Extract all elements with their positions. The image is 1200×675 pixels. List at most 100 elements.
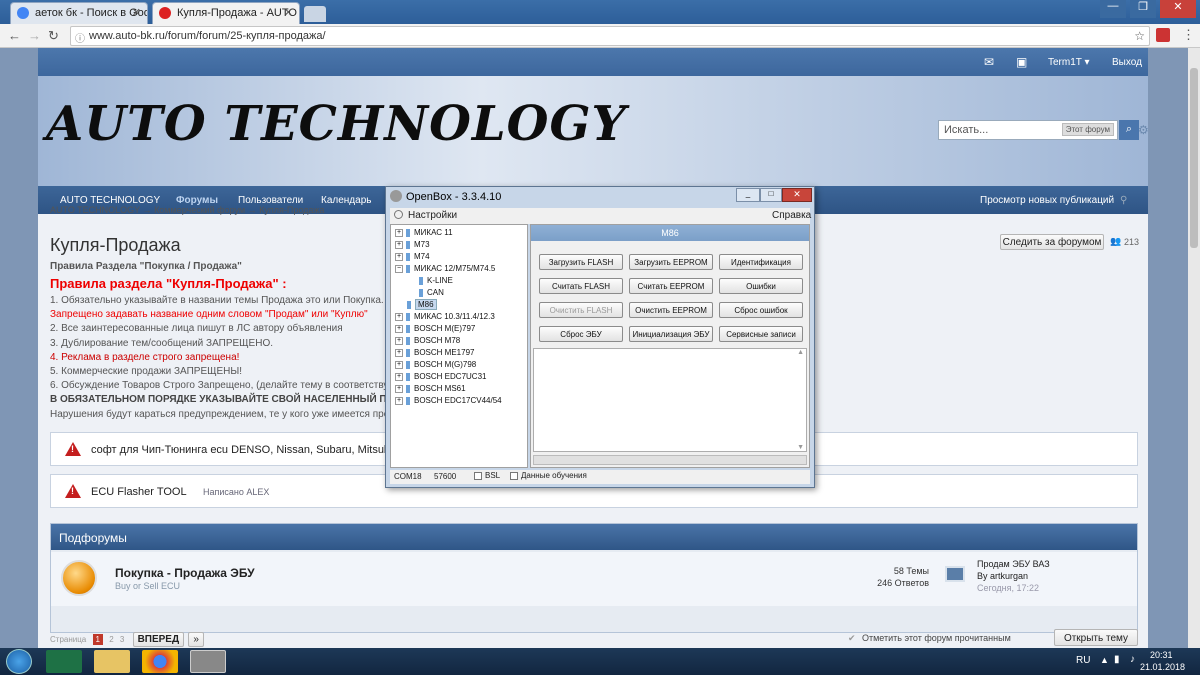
search-scope-select[interactable]: Этот форум xyxy=(1061,123,1114,136)
tree-node[interactable]: + BOSCH MS61 xyxy=(395,384,466,393)
language-indicator[interactable]: RU xyxy=(1076,655,1090,666)
tree-node[interactable]: + M73 xyxy=(395,240,430,249)
maximize-window-button[interactable]: ❐ xyxy=(1130,0,1156,18)
page-title: Купля-Продажа xyxy=(50,235,181,255)
erase-eeprom-button[interactable]: Очистить EEPROM xyxy=(629,302,713,318)
scroll-up-icon[interactable]: ▲ xyxy=(797,349,804,356)
load-flash-button[interactable]: Загрузить FLASH xyxy=(539,254,623,270)
tree-node[interactable]: CAN xyxy=(419,288,444,297)
mark-read-link[interactable]: Отметить этот форум прочитанным xyxy=(862,633,1011,643)
identify-button[interactable]: Идентификация xyxy=(719,254,803,270)
search-settings-icon[interactable]: ⚙ xyxy=(1138,123,1149,137)
search-input[interactable]: Искать... Этот форум xyxy=(938,120,1118,140)
close-tab-icon[interactable]: ✕ xyxy=(284,6,293,19)
menu-icon[interactable]: ⋮ xyxy=(1182,27,1195,43)
bsl-checkbox[interactable]: BSL xyxy=(474,471,500,480)
bookmark-star-icon[interactable]: ☆ xyxy=(1134,29,1145,43)
tree-node-selected[interactable]: M86 xyxy=(407,299,437,310)
info-icon[interactable]: ⓘ xyxy=(75,30,85,45)
breadcrumb-current[interactable]: Купля-Продажа xyxy=(259,205,324,215)
menu-settings[interactable]: Настройки xyxy=(408,210,457,221)
errors-button[interactable]: Ошибки xyxy=(719,278,803,294)
service-records-button[interactable]: Сервисные записи xyxy=(719,326,803,342)
openbox-taskbar-icon[interactable] xyxy=(190,650,226,673)
forward-icon[interactable]: → xyxy=(28,28,41,43)
back-icon[interactable]: ← xyxy=(8,28,21,43)
nav-item-calendar[interactable]: Календарь xyxy=(321,195,371,206)
tree-node[interactable]: + МИКАС 10.3/11.4/12.3 xyxy=(395,312,495,321)
tree-node[interactable]: + МИКАС 11 xyxy=(395,228,453,237)
next-page-button[interactable]: ВПЕРЕД xyxy=(132,632,185,647)
start-button[interactable] xyxy=(6,649,32,674)
load-eeprom-button[interactable]: Загрузить EEPROM xyxy=(629,254,713,270)
tree-node[interactable]: K-LINE xyxy=(419,276,453,285)
page-scrollbar[interactable] xyxy=(1188,48,1200,648)
last-post-author[interactable]: By artkurgan xyxy=(977,571,1028,581)
topic-title[interactable]: софт для Чип-Тюнинга ecu DENSO, Nissan, … xyxy=(91,444,398,456)
new-tab-button[interactable] xyxy=(304,6,326,22)
extension-icon[interactable] xyxy=(1156,28,1170,42)
explorer-icon[interactable] xyxy=(94,650,130,673)
pin-icon[interactable]: ⚲ xyxy=(1120,195,1127,206)
topic-author[interactable]: Написано ALEX xyxy=(203,487,269,497)
log-output[interactable]: ▲ ▼ xyxy=(533,348,807,452)
breadcrumb-category[interactable]: Коммерческий форум xyxy=(154,205,245,215)
excel-icon[interactable] xyxy=(46,650,82,673)
subforum-title[interactable]: Покупка - Продажа ЭБУ xyxy=(115,566,255,580)
init-ecu-button[interactable]: Инициализация ЭБУ xyxy=(629,326,713,342)
scrollbar-thumb[interactable] xyxy=(1190,68,1198,248)
address-bar[interactable]: ⓘ www.auto-bk.ru/forum/forum/25-купля-пр… xyxy=(70,26,1150,46)
erase-flash-button[interactable]: Очистить FLASH xyxy=(539,302,623,318)
tree-node[interactable]: + BOSCH EDC7UC31 xyxy=(395,372,486,381)
tree-node[interactable]: + BOSCH M78 xyxy=(395,336,460,345)
tree-node[interactable]: + BOSCH ME1797 xyxy=(395,348,474,357)
minimize-button[interactable]: _ xyxy=(736,188,760,202)
close-tab-icon[interactable]: ✕ xyxy=(132,6,141,19)
view-new-posts-link[interactable]: Просмотр новых публикаций xyxy=(980,195,1114,206)
last-post-title[interactable]: Продам ЭБУ ВАЗ xyxy=(977,559,1050,569)
network-icon[interactable]: ▮ xyxy=(1114,654,1120,665)
breadcrumb-separator: → xyxy=(142,205,152,215)
reload-icon[interactable]: ↻ xyxy=(48,28,59,44)
tree-node[interactable]: + M74 xyxy=(395,252,430,261)
logout-link[interactable]: Выход xyxy=(1112,57,1142,68)
openbox-titlebar[interactable]: OpenBox - 3.3.4.10 _ □ ✕ xyxy=(386,187,814,207)
breadcrumb-home[interactable]: AUTO TECHNOLOGY xyxy=(50,205,140,215)
tree-node[interactable]: + BOSCH M(G)798 xyxy=(395,360,476,369)
clock-time[interactable]: 20:31 xyxy=(1150,650,1173,660)
topic-title[interactable]: ECU Flasher TOOL xyxy=(91,486,187,498)
page-link-current[interactable]: 1 xyxy=(92,634,103,645)
menu-help[interactable]: Справка xyxy=(772,210,811,221)
reset-errors-button[interactable]: Сброс ошибок xyxy=(719,302,803,318)
learn-data-checkbox[interactable]: Данные обучения xyxy=(510,471,587,480)
subforum-row[interactable]: Покупка - Продажа ЭБУ Buy or Sell ECU 58… xyxy=(51,552,1137,606)
tree-node[interactable]: + BOSCH EDC17CV44/54 xyxy=(395,396,502,405)
page-link[interactable]: 2 xyxy=(109,635,113,644)
tree-node[interactable]: + BOSCH M(E)797 xyxy=(395,324,475,333)
page-link[interactable]: 3 xyxy=(120,635,124,644)
volume-icon[interactable]: ♪ xyxy=(1130,654,1135,665)
read-flash-button[interactable]: Считать FLASH xyxy=(539,278,623,294)
minimize-window-button[interactable]: — xyxy=(1100,0,1126,18)
search-icon[interactable]: ⌕ xyxy=(1119,120,1139,140)
tray-arrow-icon[interactable]: ▲ xyxy=(1100,655,1109,665)
follow-forum-button[interactable]: Следить за форумом xyxy=(1000,234,1104,250)
browser-tab-search[interactable]: аеток бк - Поиск в Goo ✕ xyxy=(10,2,148,24)
scroll-down-icon[interactable]: ▼ xyxy=(797,444,804,451)
read-eeprom-button[interactable]: Считать EEPROM xyxy=(629,278,713,294)
clock-date[interactable]: 21.01.2018 xyxy=(1140,662,1185,672)
reset-ecu-button[interactable]: Сброс ЭБУ xyxy=(539,326,623,342)
tree-node[interactable]: − МИКАС 12/M75/M74.5 xyxy=(395,264,495,273)
notifications-icon[interactable]: ✉ xyxy=(984,55,994,69)
browser-tab-forum[interactable]: Купля-Продажа - AUTO ✕ xyxy=(152,2,300,24)
maximize-button[interactable]: □ xyxy=(760,188,782,202)
site-logo[interactable]: AUTO TECHNOLOGY xyxy=(46,96,627,152)
new-topic-button[interactable]: Открыть тему xyxy=(1054,629,1138,646)
close-button[interactable]: ✕ xyxy=(782,188,812,202)
close-window-button[interactable]: ✕ xyxy=(1160,0,1196,18)
inbox-icon[interactable]: ▣ xyxy=(1016,55,1027,69)
user-avatar-icon[interactable] xyxy=(945,566,965,582)
user-menu[interactable]: Term1T ▾ xyxy=(1048,57,1090,68)
last-page-button[interactable]: » xyxy=(188,632,204,647)
chrome-icon[interactable] xyxy=(142,650,178,673)
